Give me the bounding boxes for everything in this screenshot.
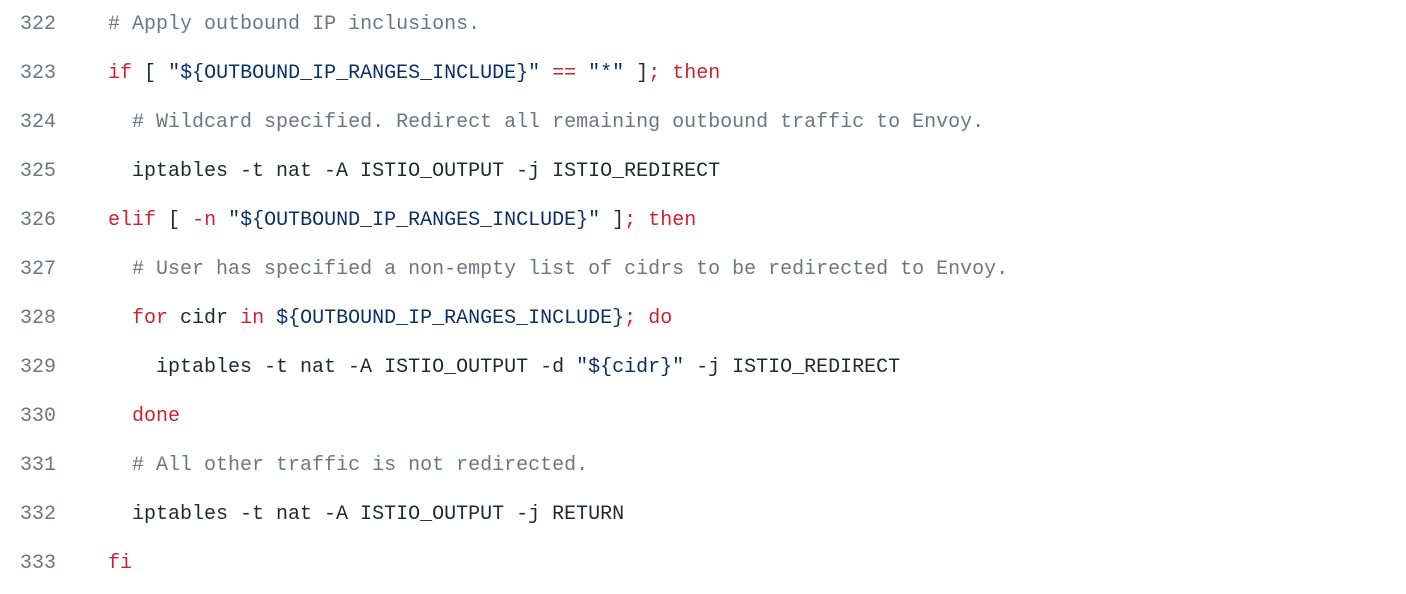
token: done [132,405,180,428]
line-number: 327 [20,245,56,294]
token [540,62,552,85]
token [264,307,276,330]
token: iptables -t nat -A ISTIO_OUTPUT -d [84,356,576,379]
line-number: 331 [20,441,56,490]
line-number: 323 [20,49,56,98]
code-line[interactable]: iptables -t nat -A ISTIO_OUTPUT -j RETUR… [84,490,1406,539]
line-number: 330 [20,392,56,441]
code-line[interactable]: fi [84,539,1406,588]
token: "*" [588,62,624,85]
token [84,307,132,330]
line-number: 329 [20,343,56,392]
token: ] [600,209,624,232]
line-number-gutter: 322323324325326327328329330331332333 [0,0,84,588]
token: ${OUTBOUND_IP_RANGES_INCLUDE} [276,307,624,330]
token: # All other traffic is not redirected. [132,454,588,477]
code-line[interactable]: # Wildcard specified. Redirect all remai… [84,98,1406,147]
token [84,13,108,36]
token [84,62,108,85]
line-number: 322 [20,0,56,49]
line-number: 324 [20,98,56,147]
token: in [240,307,264,330]
code-line[interactable]: # Apply outbound IP inclusions. [84,0,1406,49]
token [84,258,132,281]
line-number: 325 [20,147,56,196]
line-number: 328 [20,294,56,343]
token [84,552,108,575]
token: fi [108,552,132,575]
token: == [552,62,576,85]
token: "${cidr}" [576,356,684,379]
token [84,405,132,428]
token: [ [132,62,168,85]
token: ; [624,209,636,232]
token: "${OUTBOUND_IP_RANGES_INCLUDE}" [168,62,540,85]
token: # User has specified a non-empty list of… [132,258,1008,281]
line-number: 332 [20,490,56,539]
token [636,307,648,330]
code-line[interactable]: iptables -t nat -A ISTIO_OUTPUT -d "${ci… [84,343,1406,392]
token: for [132,307,168,330]
token: then [648,209,696,232]
token: do [648,307,672,330]
token: cidr [168,307,240,330]
code-line[interactable]: iptables -t nat -A ISTIO_OUTPUT -j ISTIO… [84,147,1406,196]
token: ; [648,62,660,85]
token [84,454,132,477]
line-number: 333 [20,539,56,588]
token: elif [108,209,156,232]
code-block: 322323324325326327328329330331332333 # A… [0,0,1406,588]
token: -j ISTIO_REDIRECT [684,356,900,379]
token [84,209,108,232]
token: # Apply outbound IP inclusions. [108,13,480,36]
token [576,62,588,85]
code-line[interactable]: # User has specified a non-empty list of… [84,245,1406,294]
code-line[interactable]: elif [ -n "${OUTBOUND_IP_RANGES_INCLUDE}… [84,196,1406,245]
token [216,209,228,232]
token: "${OUTBOUND_IP_RANGES_INCLUDE}" [228,209,600,232]
token: # Wildcard specified. Redirect all remai… [132,111,984,134]
token [636,209,648,232]
code-line[interactable]: for cidr in ${OUTBOUND_IP_RANGES_INCLUDE… [84,294,1406,343]
token: -n [192,209,216,232]
line-number: 326 [20,196,56,245]
token: iptables -t nat -A ISTIO_OUTPUT -j ISTIO… [84,160,720,183]
code-line[interactable]: if [ "${OUTBOUND_IP_RANGES_INCLUDE}" == … [84,49,1406,98]
token: ] [624,62,648,85]
token: [ [156,209,192,232]
token: ; [624,307,636,330]
token: then [672,62,720,85]
token [84,111,132,134]
code-line[interactable]: # All other traffic is not redirected. [84,441,1406,490]
token [660,62,672,85]
token: iptables -t nat -A ISTIO_OUTPUT -j RETUR… [84,503,624,526]
code-line[interactable]: done [84,392,1406,441]
code-content[interactable]: # Apply outbound IP inclusions. if [ "${… [84,0,1406,588]
token: if [108,62,132,85]
